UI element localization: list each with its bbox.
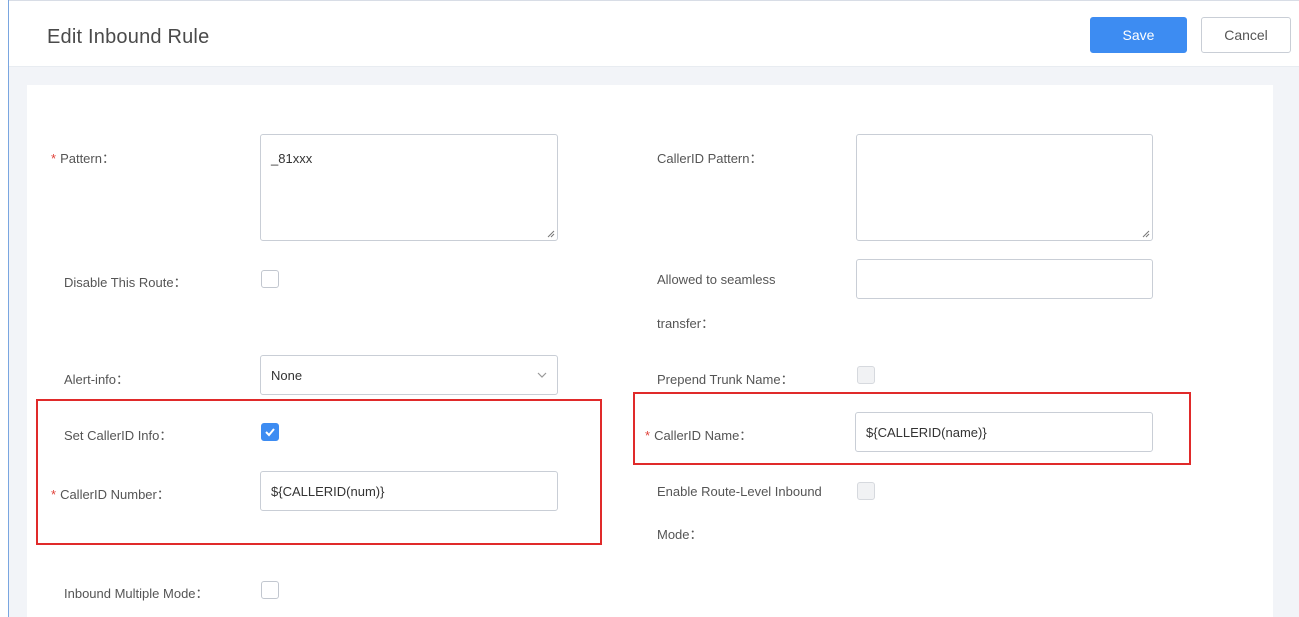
disable-route-label: Disable This Route： (64, 275, 187, 290)
alert-info-select[interactable]: None (260, 355, 558, 395)
prepend-trunk-name-checkbox[interactable] (857, 366, 875, 384)
cancel-button[interactable]: Cancel (1201, 17, 1291, 53)
alert-info-label: Alert-info： (64, 372, 130, 387)
route-level-inbound-checkbox[interactable] (857, 482, 875, 500)
seamless-transfer-input[interactable] (856, 259, 1153, 299)
inbound-multiple-mode-checkbox[interactable] (261, 581, 279, 599)
route-level-inbound-label-line2: Mode： (657, 527, 703, 542)
page-title: Edit Inbound Rule (47, 26, 210, 48)
highlight-box-callerid-info (36, 399, 602, 545)
resize-grip-icon[interactable] (1142, 230, 1150, 238)
prepend-trunk-name-label: Prepend Trunk Name： (657, 372, 794, 387)
disable-route-checkbox[interactable] (261, 270, 279, 288)
page-header: Edit Inbound Rule Save Cancel (9, 1, 1299, 67)
save-button[interactable]: Save (1090, 17, 1187, 53)
seamless-transfer-label-line2: transfer： (657, 316, 715, 331)
required-marker: * (51, 151, 57, 166)
callerid-pattern-textarea[interactable] (856, 134, 1153, 241)
alert-info-value: None (271, 367, 303, 383)
chevron-down-icon (537, 372, 547, 378)
seamless-transfer-label-line1: Allowed to seamless (657, 272, 776, 287)
pattern-label: * Pattern： (51, 151, 115, 166)
callerid-pattern-label: CallerID Pattern： (657, 151, 763, 166)
highlight-box-callerid-name (633, 392, 1191, 465)
resize-grip-icon[interactable] (547, 230, 555, 238)
route-level-inbound-label-line1: Enable Route-Level Inbound (657, 484, 822, 499)
pattern-textarea[interactable]: _81xxx (260, 134, 558, 241)
inbound-multiple-mode-label: Inbound Multiple Mode： (64, 586, 209, 601)
pattern-value: _81xxx (271, 151, 313, 166)
